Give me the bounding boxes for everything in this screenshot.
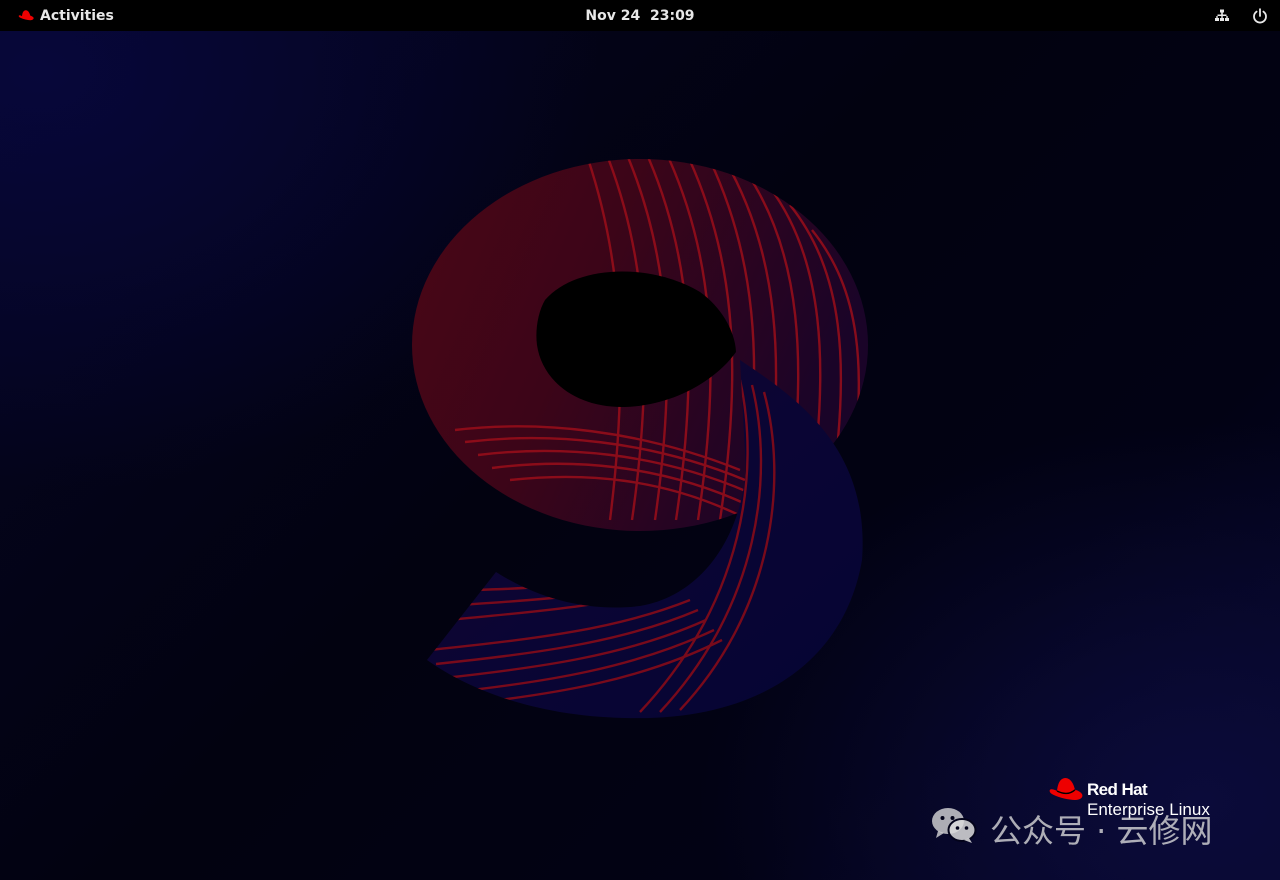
wechat-icon — [930, 805, 978, 853]
watermark-text: 公众号 · 云修网 — [990, 812, 1213, 850]
redhat-logo-icon — [18, 9, 34, 22]
redhat-brand-name: Red Hat — [1087, 780, 1148, 799]
desktop[interactable]: Red Hat Enterprise Linux 公众号 · 云修网 — [0, 31, 1280, 880]
redhat-hat-logo-icon — [1048, 776, 1084, 808]
date-time-button[interactable]: Nov 24 23:09 — [585, 8, 694, 24]
top-bar: Activities Nov 24 23:09 — [0, 0, 1280, 31]
network-wired-icon[interactable] — [1214, 8, 1230, 24]
activities-label: Activities — [40, 7, 114, 24]
watermark: 公众号 · 云修网 — [930, 807, 1213, 851]
wallpaper-nine — [412, 159, 868, 719]
system-tray — [1214, 0, 1268, 31]
clock-area: Nov 24 23:09 — [0, 0, 1280, 31]
power-icon[interactable] — [1252, 7, 1268, 24]
activities-button[interactable]: Activities — [12, 0, 120, 31]
